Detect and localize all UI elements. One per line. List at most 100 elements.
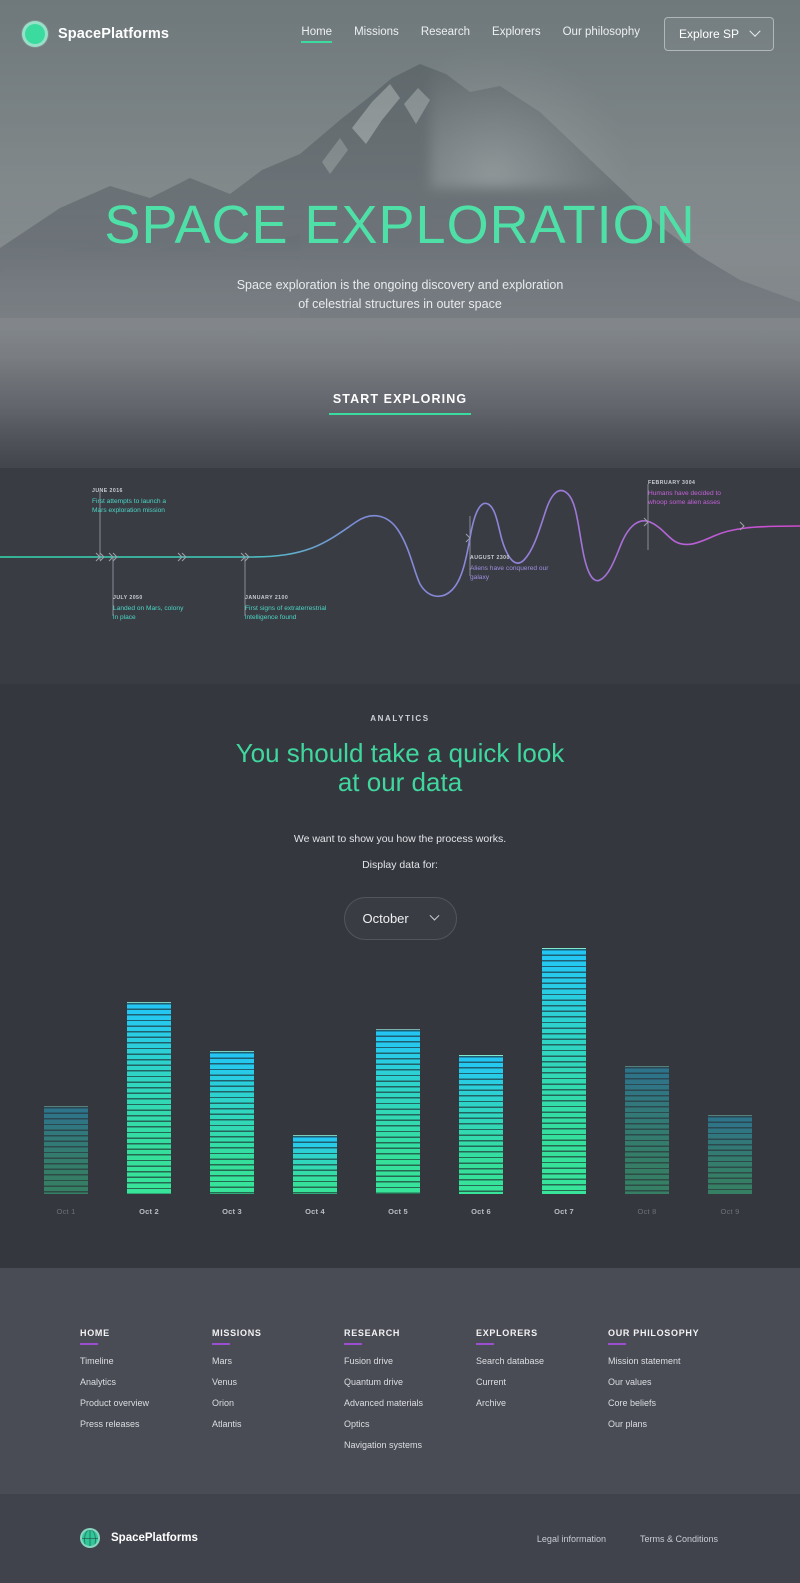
hero-subtitle-line-1: Space exploration is the ongoing discove… xyxy=(236,278,564,292)
footer-link[interactable]: Quantum drive xyxy=(344,1377,476,1387)
timeline-event-2-date: JULY 2050 xyxy=(113,595,143,601)
bar-column[interactable]: Oct 2 xyxy=(119,930,179,1220)
nav-item-missions[interactable]: Missions xyxy=(354,26,399,42)
analytics-heading-line-1: You should take a quick look xyxy=(235,738,565,768)
footer-link[interactable]: Current xyxy=(476,1377,608,1387)
explore-sp-label: Explore SP xyxy=(678,27,739,41)
bar-column[interactable]: Oct 4 xyxy=(285,930,345,1220)
bar-column[interactable]: Oct 9 xyxy=(700,930,760,1220)
bar-column[interactable]: Oct 7 xyxy=(534,930,594,1220)
bar[interactable] xyxy=(44,1106,88,1194)
footer-link[interactable]: Orion xyxy=(212,1398,344,1408)
timeline-event-2-line-2: in place xyxy=(113,614,136,622)
timeline-event-4[interactable]: AUGUST 2300 Aliens have conquered our ga… xyxy=(470,555,620,583)
bar[interactable] xyxy=(376,1029,420,1194)
footer-link[interactable]: Mars xyxy=(212,1356,344,1366)
footer-link[interactable]: Optics xyxy=(344,1419,476,1429)
bar[interactable] xyxy=(127,1002,171,1194)
footer-link[interactable]: Our values xyxy=(608,1377,740,1387)
chevron-down-icon xyxy=(749,25,761,37)
bar-column[interactable]: Oct 8 xyxy=(617,930,677,1220)
chevron-down-icon xyxy=(429,910,439,921)
bar-label: Oct 8 xyxy=(637,1207,657,1216)
bar[interactable] xyxy=(708,1115,752,1194)
nav-item-home[interactable]: Home xyxy=(301,26,332,43)
footer-link[interactable]: Mission statement xyxy=(608,1356,740,1366)
bar-column[interactable]: Oct 5 xyxy=(368,930,428,1220)
nav-links: Home Missions Research Explorers Our phi… xyxy=(301,26,640,43)
bar-column[interactable]: Oct 3 xyxy=(202,930,262,1220)
footer-link[interactable]: Venus xyxy=(212,1377,344,1387)
footer-column: OUR PHILOSOPHY Mission statement Our value… xyxy=(608,1323,740,1450)
footer-column: MISSIONS Mars Venus Orion Atlantis xyxy=(212,1323,344,1450)
footer-link[interactable]: Atlantis xyxy=(212,1419,344,1429)
timeline-event-2-text: Landed on Mars, colony in place xyxy=(113,604,263,623)
bar-column[interactable]: Oct 6 xyxy=(451,930,511,1220)
footer-section: HOME Timeline Analytics Product overview Pre… xyxy=(0,1268,800,1494)
analytics-heading: You should take a quick look at our data xyxy=(0,738,800,797)
bar-label: Oct 7 xyxy=(554,1207,574,1216)
brand[interactable]: SpacePlatforms xyxy=(22,21,169,47)
bar-label: Oct 2 xyxy=(139,1207,159,1216)
hero-section: SpacePlatforms Home Missions Research Ex… xyxy=(0,0,800,468)
footer-link[interactable]: Timeline xyxy=(80,1356,212,1366)
bar-label: Oct 3 xyxy=(222,1207,242,1216)
timeline-event-4-line-2: galaxy xyxy=(470,574,490,582)
timeline-section: JUNE 2016 First attempts to launch a Mar… xyxy=(0,468,800,684)
footer-link[interactable]: Fusion drive xyxy=(344,1356,476,1366)
start-exploring-button[interactable]: START EXPLORING xyxy=(328,392,472,415)
footer-brand-name: SpacePlatforms xyxy=(111,1532,198,1544)
timeline-event-3[interactable]: JANUARY 2100 First signs of extraterrest… xyxy=(245,595,395,623)
timeline-event-1[interactable]: JUNE 2016 First attempts to launch a Mar… xyxy=(92,488,242,516)
nav-item-research[interactable]: Research xyxy=(421,26,470,42)
legal-information-link[interactable]: Legal information xyxy=(537,1534,606,1544)
timeline-event-5-date: FEBRUARY 3004 xyxy=(648,480,696,486)
terms-and-conditions-link[interactable]: Terms & Conditions xyxy=(640,1534,718,1544)
bar[interactable] xyxy=(293,1135,337,1194)
footer-link[interactable]: Our plans xyxy=(608,1419,740,1429)
timeline-event-2[interactable]: JULY 2050 Landed on Mars, colony in plac… xyxy=(113,595,263,623)
bar-chart: Oct 1 Oct 2 Oct 3 Oct 4 Oct 5 Oct 6 Oct 7 Oct 8… xyxy=(0,930,800,1220)
footer-column-heading: OUR PHILOSOPHY xyxy=(608,1328,699,1345)
bar-column[interactable]: Oct 1 xyxy=(36,930,96,1220)
footer-link[interactable]: Press releases xyxy=(80,1419,212,1429)
section-eyebrow: ANALYTICS xyxy=(370,714,430,723)
footer-link[interactable]: Search database xyxy=(476,1356,608,1366)
footer-link[interactable]: Archive xyxy=(476,1398,608,1408)
footer-link[interactable]: Product overview xyxy=(80,1398,212,1408)
timeline-event-5-line-1: Humans have decided to xyxy=(648,490,721,497)
footer-column-heading: MISSIONS xyxy=(212,1328,262,1345)
footer-link[interactable]: Analytics xyxy=(80,1377,212,1387)
bar-label: Oct 5 xyxy=(388,1207,408,1216)
footer-link[interactable]: Navigation systems xyxy=(344,1440,476,1450)
timeline-event-1-text: First attempts to launch a Mars explorat… xyxy=(92,497,242,516)
month-select-value: October xyxy=(362,911,409,927)
timeline-event-1-date: JUNE 2016 xyxy=(92,488,123,494)
bar-label: Oct 9 xyxy=(720,1207,740,1216)
explore-sp-button[interactable]: Explore SP xyxy=(663,17,774,51)
page-title: SPACE EXPLORATION xyxy=(104,195,696,255)
footer-column: EXPLORERS Search database Current Archive xyxy=(476,1323,608,1450)
footer-column: HOME Timeline Analytics Product overview Pre… xyxy=(80,1323,212,1450)
globe-icon xyxy=(80,1528,100,1548)
bar-label: Oct 6 xyxy=(471,1207,491,1216)
footer-column-heading: EXPLORERS xyxy=(476,1328,538,1345)
brand-name: SpacePlatforms xyxy=(58,26,169,42)
footer-brand[interactable]: SpacePlatforms xyxy=(80,1528,198,1548)
timeline-event-2-line-1: Landed on Mars, colony xyxy=(113,605,184,612)
footer-link[interactable]: Advanced materials xyxy=(344,1398,476,1408)
timeline-event-5-text: Humans have decided to whoop some alien … xyxy=(648,489,798,508)
nav-item-our-philosophy[interactable]: Our philosophy xyxy=(563,26,640,42)
bar[interactable] xyxy=(459,1055,503,1194)
timeline-event-1-line-1: First attempts to launch a xyxy=(92,498,167,505)
nav-item-explorers[interactable]: Explorers xyxy=(492,26,541,42)
hero-subtitle-line-2: of celestrial structures in outer space xyxy=(298,296,502,311)
timeline-event-5[interactable]: FEBRUARY 3004 Humans have decided to who… xyxy=(648,480,798,508)
timeline-event-5-line-2: whoop some alien asses xyxy=(648,499,721,507)
bar[interactable] xyxy=(542,948,586,1194)
bar[interactable] xyxy=(210,1051,254,1194)
analytics-description: We want to show you how the process work… xyxy=(293,833,507,846)
bar[interactable] xyxy=(625,1066,669,1194)
footer-link[interactable]: Core beliefs xyxy=(608,1398,740,1408)
hero-subtitle: Space exploration is the ongoing discove… xyxy=(0,276,800,314)
